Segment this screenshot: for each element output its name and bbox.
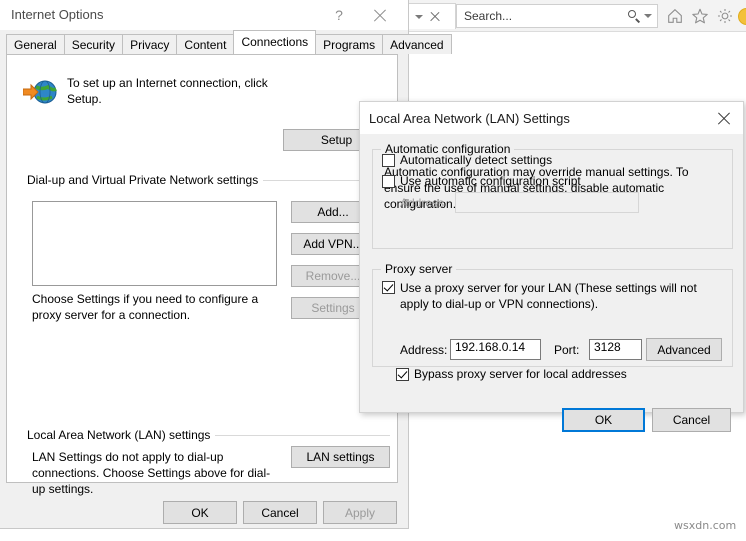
- use-proxy-server-checkbox-row[interactable]: Use a proxy server for your LAN (These s…: [382, 280, 722, 312]
- connections-tab-panel: To set up an Internet connection, click …: [6, 54, 398, 496]
- internet-options-tabstrip: General Security Privacy Content Connect…: [6, 30, 452, 54]
- tab-security[interactable]: Security: [63, 34, 124, 54]
- internet-options-dialog: Internet Options ? General Security Priv…: [0, 0, 452, 529]
- tab-connections[interactable]: Connections: [233, 30, 317, 54]
- auto-detect-settings-label: Automatically detect settings: [400, 153, 553, 167]
- help-button[interactable]: ?: [324, 0, 354, 30]
- proxy-address-label: Address:: [400, 343, 448, 357]
- close-icon: [717, 111, 731, 125]
- apply-button: Apply: [323, 501, 397, 524]
- chevron-down-icon[interactable]: [644, 14, 652, 18]
- proxy-address-input[interactable]: 192.168.0.14: [450, 339, 541, 360]
- lan-settings-titlebar: Local Area Network (LAN) Settings: [360, 102, 743, 134]
- proxy-port-label: Port:: [554, 343, 580, 357]
- checkbox-glyph[interactable]: [382, 175, 395, 188]
- auto-detect-settings-checkbox-row[interactable]: Automatically detect settings: [382, 153, 552, 167]
- search-input[interactable]: [464, 9, 628, 23]
- lan-settings-title: Local Area Network (LAN) Settings: [369, 111, 570, 126]
- browser-icon-bar: [666, 4, 734, 28]
- lan-settings-dialog: Local Area Network (LAN) Settings Automa…: [359, 101, 744, 432]
- lan-hint-text: LAN Settings do not apply to dial-up con…: [32, 450, 271, 496]
- use-automatic-configuration-script-checkbox-row[interactable]: Use automatic configuration script: [382, 174, 581, 188]
- proxy-server-legend: Proxy server: [381, 262, 457, 276]
- setup-row: To set up an Internet connection, click …: [23, 75, 383, 115]
- close-button[interactable]: [705, 102, 743, 134]
- use-automatic-configuration-script-label: Use automatic configuration script: [400, 174, 581, 188]
- use-proxy-server-label: Use a proxy server for your LAN (These s…: [400, 281, 697, 311]
- ok-button[interactable]: OK: [163, 501, 237, 524]
- checkbox-glyph[interactable]: [382, 281, 395, 294]
- tab-privacy[interactable]: Privacy: [122, 34, 178, 54]
- globe-with-arrow-icon: [23, 80, 57, 104]
- tab-programs[interactable]: Programs: [315, 34, 384, 54]
- proxy-hint-text: Choose Settings if you need to configure…: [32, 292, 259, 322]
- gear-icon[interactable]: [716, 7, 734, 25]
- connections-list[interactable]: [32, 201, 277, 286]
- cancel-button[interactable]: Cancel: [243, 501, 317, 524]
- checkbox-glyph[interactable]: [382, 154, 395, 167]
- search-icon[interactable]: [628, 9, 641, 23]
- cancel-button[interactable]: Cancel: [652, 408, 731, 432]
- chevron-down-icon[interactable]: [414, 14, 423, 19]
- tab-content[interactable]: Content: [176, 34, 235, 54]
- internet-options-titlebar: Internet Options ?: [0, 0, 408, 30]
- bypass-proxy-label: Bypass proxy server for local addresses: [414, 367, 627, 381]
- page-title: Internet Options: [11, 7, 104, 22]
- close-icon: [373, 8, 387, 22]
- setup-description: To set up an Internet connection, click …: [67, 76, 268, 106]
- close-icon[interactable]: [429, 11, 440, 22]
- lan-group-legend: Local Area Network (LAN) settings: [27, 428, 216, 442]
- dialup-group-legend: Dial-up and Virtual Private Network sett…: [27, 173, 264, 187]
- close-button[interactable]: [362, 0, 398, 30]
- tab-general[interactable]: General: [6, 34, 65, 54]
- lan-settings-button[interactable]: LAN settings: [291, 446, 390, 468]
- autoconfig-address-input: [455, 192, 639, 213]
- loading-badge: [738, 8, 746, 25]
- autoconfig-address-label: Address: [400, 196, 445, 210]
- favorites-star-icon[interactable]: [691, 7, 709, 25]
- watermark: wsxdn.com: [674, 519, 737, 532]
- proxy-port-input[interactable]: 3128: [589, 339, 642, 360]
- advanced-button[interactable]: Advanced: [646, 338, 722, 361]
- search-box[interactable]: [456, 4, 658, 28]
- tab-advanced[interactable]: Advanced: [382, 34, 452, 54]
- checkbox-glyph[interactable]: [396, 368, 409, 381]
- bypass-proxy-checkbox-row[interactable]: Bypass proxy server for local addresses: [396, 367, 627, 381]
- home-icon[interactable]: [666, 7, 684, 25]
- ok-button[interactable]: OK: [562, 408, 645, 432]
